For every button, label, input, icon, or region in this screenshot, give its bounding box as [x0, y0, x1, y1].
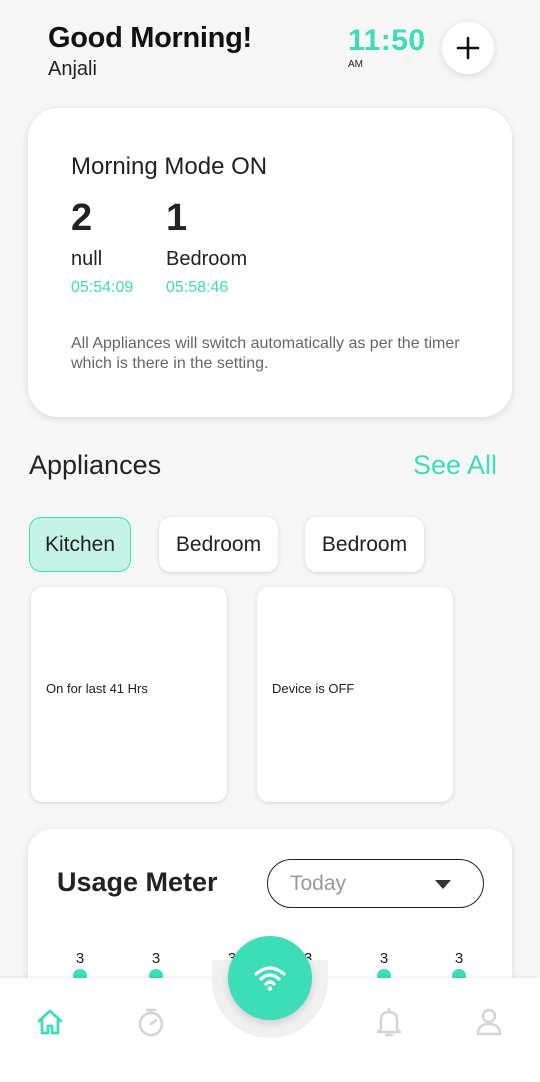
clock-time: 11:50 [348, 24, 426, 57]
nav-notifications[interactable] [371, 1004, 407, 1040]
meter-value: 3 [75, 950, 85, 967]
wifi-icon [254, 966, 286, 991]
nav-home[interactable] [32, 1004, 68, 1040]
mode-stat: 1 Bedroom 05:58:46 [166, 196, 247, 297]
header: Good Morning! Anjali [48, 22, 252, 81]
nav-profile[interactable] [471, 1004, 507, 1040]
stat-label: Bedroom [166, 248, 248, 270]
device-status: On for last 41 Hrs [46, 681, 148, 696]
add-button[interactable] [442, 22, 494, 74]
stat-count: 2 [71, 197, 93, 239]
meter-value: 3 [454, 950, 464, 967]
see-all-link[interactable]: See All [413, 450, 497, 481]
usage-title: Usage Meter [57, 867, 218, 897]
period-dropdown[interactable]: Today [267, 859, 484, 908]
stat-count: 1 [166, 197, 188, 239]
nav-timer[interactable] [133, 1004, 169, 1040]
plus-icon [456, 36, 480, 60]
clock-ampm: AM [348, 59, 363, 70]
username-text: Anjali [48, 58, 97, 80]
stat-time: 05:58:46 [166, 279, 229, 296]
stat-time: 05:54:09 [71, 279, 134, 296]
stat-label: null [71, 248, 103, 270]
greeting-text: Good Morning! [48, 22, 252, 54]
mode-card[interactable]: Morning Mode ON 2 null 05:54:09 1 Bedroo… [28, 108, 512, 417]
mode-stat: 2 null 05:54:09 [71, 196, 133, 297]
chevron-down-icon [435, 880, 451, 889]
mode-title: Morning Mode ON [71, 153, 268, 180]
appliances-title: Appliances [29, 450, 162, 480]
meter-value: 3 [379, 950, 389, 967]
clock: 11:50 AM [348, 24, 426, 70]
meter-value: 3 [151, 950, 161, 967]
user-icon [476, 1008, 502, 1036]
bell-icon [376, 1007, 402, 1037]
home-icon [37, 1009, 63, 1035]
device-card[interactable]: On for last 41 Hrs [31, 587, 227, 802]
room-chip-bedroom[interactable]: Bedroom [159, 517, 278, 572]
device-status: Device is OFF [272, 681, 355, 696]
connect-button[interactable] [228, 936, 312, 1020]
room-chip-bedroom[interactable]: Bedroom [305, 517, 424, 572]
mode-description: All Appliances will switch automatically… [71, 335, 460, 372]
room-chip-kitchen[interactable]: Kitchen [29, 517, 131, 572]
timer-icon [138, 1008, 164, 1037]
period-value: Today [290, 871, 347, 895]
device-card[interactable]: Device is OFF [257, 587, 453, 802]
